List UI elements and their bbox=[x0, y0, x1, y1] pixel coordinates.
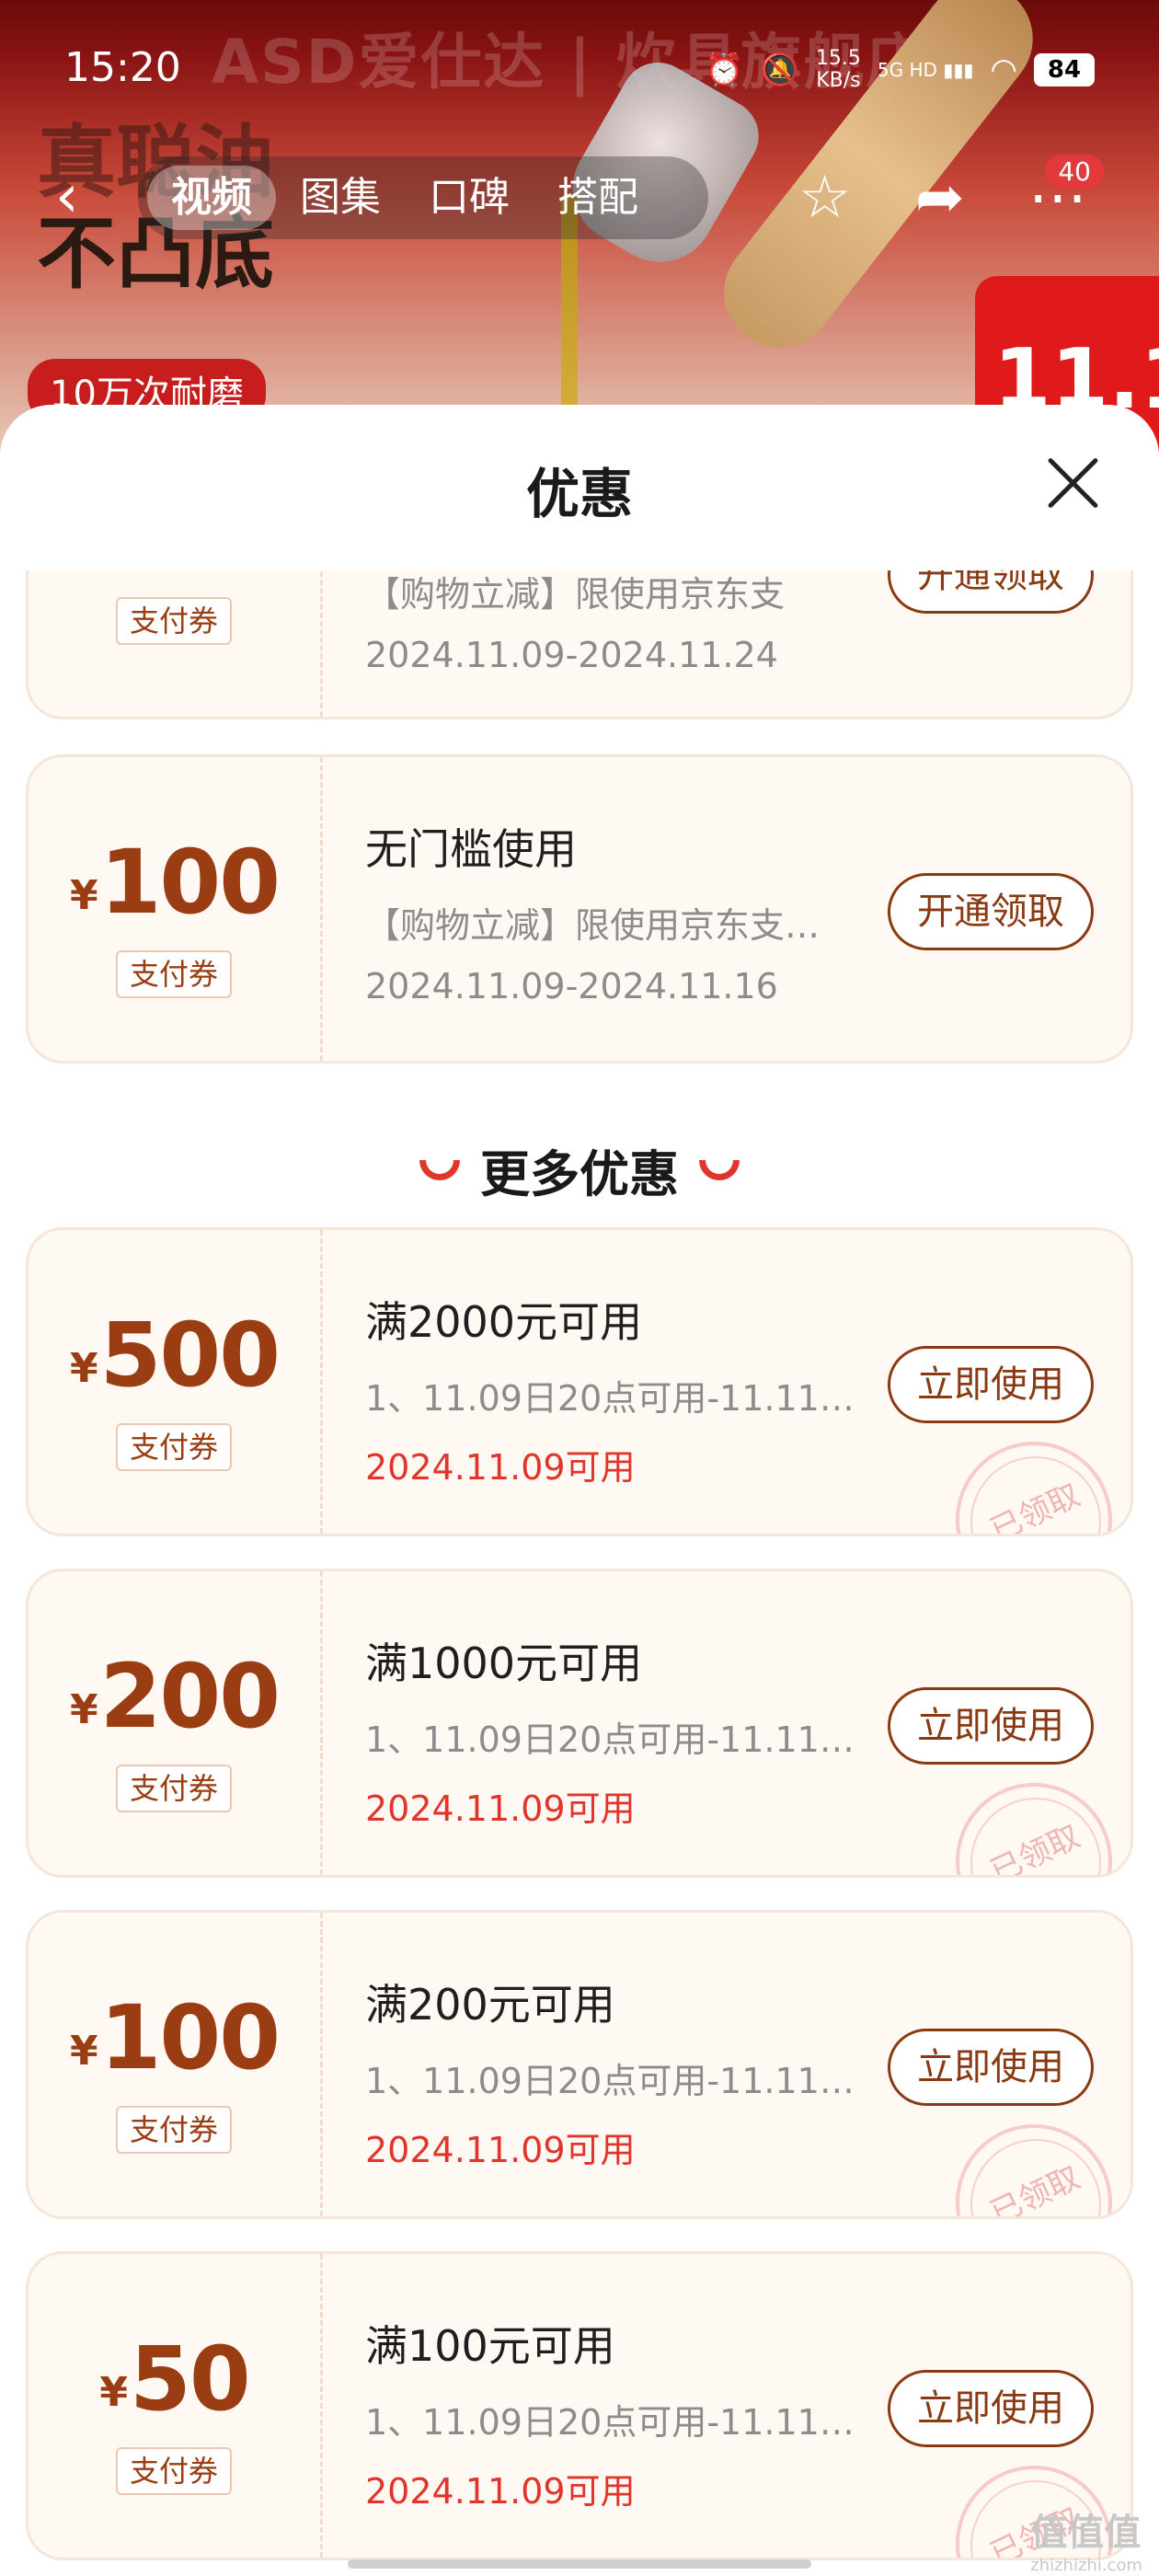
amount-value: 500 bbox=[99, 1304, 281, 1407]
site-watermark: 值值值 zhizhizhi.com bbox=[1030, 2502, 1142, 2575]
stamp-text: 已领取 bbox=[984, 1817, 1086, 1878]
claimed-stamp-icon: 已领取 bbox=[956, 2124, 1112, 2219]
status-time: 15:20 bbox=[64, 44, 181, 91]
watermark-text: 值值值 bbox=[1030, 2512, 1142, 2554]
share-icon[interactable]: ➦ bbox=[915, 166, 965, 230]
use-now-button[interactable]: 立即使用 bbox=[888, 2370, 1094, 2447]
amount-value: 200 bbox=[99, 1645, 281, 1748]
coupon-condition: 无门槛使用 bbox=[365, 824, 577, 874]
mute-bell-icon: 🔕 bbox=[760, 52, 799, 88]
home-indicator[interactable] bbox=[348, 2559, 811, 2569]
coupon-condition: 满2000元可用 bbox=[365, 1297, 643, 1347]
coupon-description: 1、11.09日20点可用-11.11… bbox=[365, 2402, 855, 2443]
alarm-icon: ⏰ bbox=[705, 52, 744, 88]
coupon-date: 2024.11.09-2024.11.24 bbox=[365, 635, 778, 675]
watermark-site: zhizhizhi.com bbox=[1030, 2556, 1142, 2575]
coupon-type-label: 支付券 bbox=[116, 1765, 232, 1812]
coupon-type-label: 支付券 bbox=[116, 2447, 232, 2495]
coupon-date: 2024.11.09-2024.11.16 bbox=[365, 966, 778, 1006]
use-now-button[interactable]: 立即使用 bbox=[888, 1687, 1094, 1765]
tab-gallery[interactable]: 图集 bbox=[276, 166, 405, 230]
coupon-date: 2024.11.09可用 bbox=[365, 2130, 636, 2170]
speed-unit: KB/s bbox=[816, 69, 861, 92]
coupon-amount: ¥50 bbox=[29, 2328, 320, 2431]
coupon-type-label: 支付券 bbox=[116, 1423, 232, 1471]
coupon-body: 满1000元可用 1、11.09日20点可用-11.11… 2024.11.09… bbox=[365, 1630, 880, 1831]
coupon-condition: 满100元可用 bbox=[365, 2321, 615, 2371]
stamp-text: 已领取 bbox=[984, 1476, 1086, 1536]
currency-symbol: ¥ bbox=[69, 1345, 98, 1392]
tab-combos[interactable]: 搭配 bbox=[534, 166, 662, 230]
coupon-card: ¥200 支付券 满1000元可用 1、11.09日20点可用-11.11… 2… bbox=[26, 1569, 1133, 1878]
coupon-date: 2024.11.09可用 bbox=[365, 1447, 636, 1488]
coupon-left-panel: ¥50 支付券 bbox=[29, 2254, 323, 2558]
activate-claim-button[interactable]: 开通领取 bbox=[888, 873, 1094, 950]
currency-symbol: ¥ bbox=[69, 1686, 98, 1733]
amount-value: 100 bbox=[99, 831, 281, 934]
stamp-text: 已领取 bbox=[984, 2158, 1086, 2219]
coupon-body: 满2000元可用 1、11.09日20点可用-11.11… 2024.11.09… bbox=[365, 1289, 880, 1489]
coupon-condition: 满1000元可用 bbox=[365, 1639, 643, 1688]
tab-reviews[interactable]: 口碑 bbox=[405, 166, 534, 230]
coupon-card: ¥100 支付券 满200元可用 1、11.09日20点可用-11.11… 20… bbox=[26, 1910, 1133, 2219]
coupon-left-panel: ¥200 支付券 bbox=[29, 1571, 323, 1875]
coupon-card: ¥100 支付券 无门槛使用 【购物立减】限使用京东支… 2024.11.09-… bbox=[26, 754, 1133, 1064]
coupon-type-label: 支付券 bbox=[116, 950, 232, 998]
coupon-card: ¥500 支付券 满2000元可用 1、11.09日20点可用-11.11… 2… bbox=[26, 1227, 1133, 1536]
coupon-description: 1、11.09日20点可用-11.11… bbox=[365, 2061, 855, 2101]
more-discounts-heading: 更多优惠 bbox=[0, 1133, 1159, 1206]
coupon-body: 无门槛使用 【购物立减】限使用京东支… 2024.11.09-2024.11.1… bbox=[365, 816, 880, 1006]
currency-symbol: ¥ bbox=[69, 2028, 98, 2075]
coupon-type-label: 支付券 bbox=[116, 2106, 232, 2154]
star-icon[interactable]: ☆ bbox=[798, 166, 851, 230]
coupon-date: 2024.11.09可用 bbox=[365, 1788, 636, 1829]
claimed-stamp-icon: 已领取 bbox=[956, 1783, 1112, 1878]
currency-symbol: ¥ bbox=[69, 872, 98, 919]
coupon-body: 满200元可用 1、11.09日20点可用-11.11… 2024.11.09可… bbox=[365, 1972, 880, 2172]
battery-icon: 84 bbox=[1034, 53, 1095, 86]
tab-video[interactable]: 视频 bbox=[147, 166, 276, 230]
amount-value: 50 bbox=[130, 2328, 251, 2431]
coupon-amount: ¥500 bbox=[29, 1304, 320, 1407]
sheet-header: 优惠 bbox=[0, 405, 1159, 570]
coupon-amount: ¥200 bbox=[29, 1645, 320, 1748]
coupon-description: 【购物立减】限使用京东支 bbox=[365, 574, 786, 615]
smile-icon bbox=[699, 1160, 740, 1180]
claimed-stamp-icon: 已领取 bbox=[956, 1442, 1112, 1536]
coupon-date: 2024.11.09可用 bbox=[365, 2471, 636, 2512]
signal-icon: 5G HD ▮▮▮ bbox=[877, 59, 974, 81]
network-type: 5G HD bbox=[877, 59, 937, 81]
sheet-title: 优惠 bbox=[525, 463, 633, 525]
coupon-left-panel: ¥100 支付券 bbox=[29, 1913, 323, 2216]
coupon-description: 1、11.09日20点可用-11.11… bbox=[365, 1719, 855, 1760]
wifi-icon: ◠ bbox=[990, 52, 1017, 88]
coupon-amount: ¥100 bbox=[29, 1986, 320, 2089]
coupon-type-label: 支付券 bbox=[116, 597, 232, 645]
smile-icon bbox=[419, 1160, 460, 1180]
media-top-nav: ‹ 视频 图集 口碑 搭配 ☆ ➦ ⋯ 40 bbox=[0, 147, 1159, 248]
media-tabs: 视频 图集 口碑 搭配 bbox=[138, 156, 708, 239]
speed-value: 15.5 bbox=[815, 47, 861, 70]
amount-value: 100 bbox=[99, 1986, 281, 2089]
use-now-button[interactable]: 立即使用 bbox=[888, 1346, 1094, 1423]
network-speed: 15.5 KB/s bbox=[816, 48, 861, 92]
coupon-description: 1、11.09日20点可用-11.11… bbox=[365, 1378, 855, 1419]
coupon-body: 满100元可用 1、11.09日20点可用-11.11… 2024.11.09可… bbox=[365, 2313, 880, 2513]
coupon-amount: ¥100 bbox=[29, 831, 320, 934]
status-bar: 15:20 ⏰ 🔕 15.5 KB/s 5G HD ▮▮▮ ◠ 84 bbox=[0, 0, 1159, 138]
message-count-badge: 40 bbox=[1045, 155, 1104, 189]
use-now-button[interactable]: 立即使用 bbox=[888, 2029, 1094, 2106]
coupon-left-panel: ¥500 支付券 bbox=[29, 1230, 323, 1534]
back-icon[interactable]: ‹ bbox=[55, 167, 79, 226]
section-title-text: 更多优惠 bbox=[480, 1145, 679, 1203]
currency-symbol: ¥ bbox=[99, 2369, 129, 2416]
coupon-left-panel: ¥100 支付券 bbox=[29, 757, 323, 1061]
discount-sheet: 支付券 【购物立减】限使用京东支 2024.11.09-2024.11.24 开… bbox=[0, 405, 1159, 2576]
coupon-card: ¥50 支付券 满100元可用 1、11.09日20点可用-11.11… 202… bbox=[26, 2251, 1133, 2560]
close-icon[interactable] bbox=[1038, 447, 1107, 517]
coupon-condition: 满200元可用 bbox=[365, 1980, 615, 2030]
status-icons: ⏰ 🔕 15.5 KB/s 5G HD ▮▮▮ ◠ 84 bbox=[705, 48, 1095, 92]
coupon-description: 【购物立减】限使用京东支… bbox=[365, 905, 820, 946]
